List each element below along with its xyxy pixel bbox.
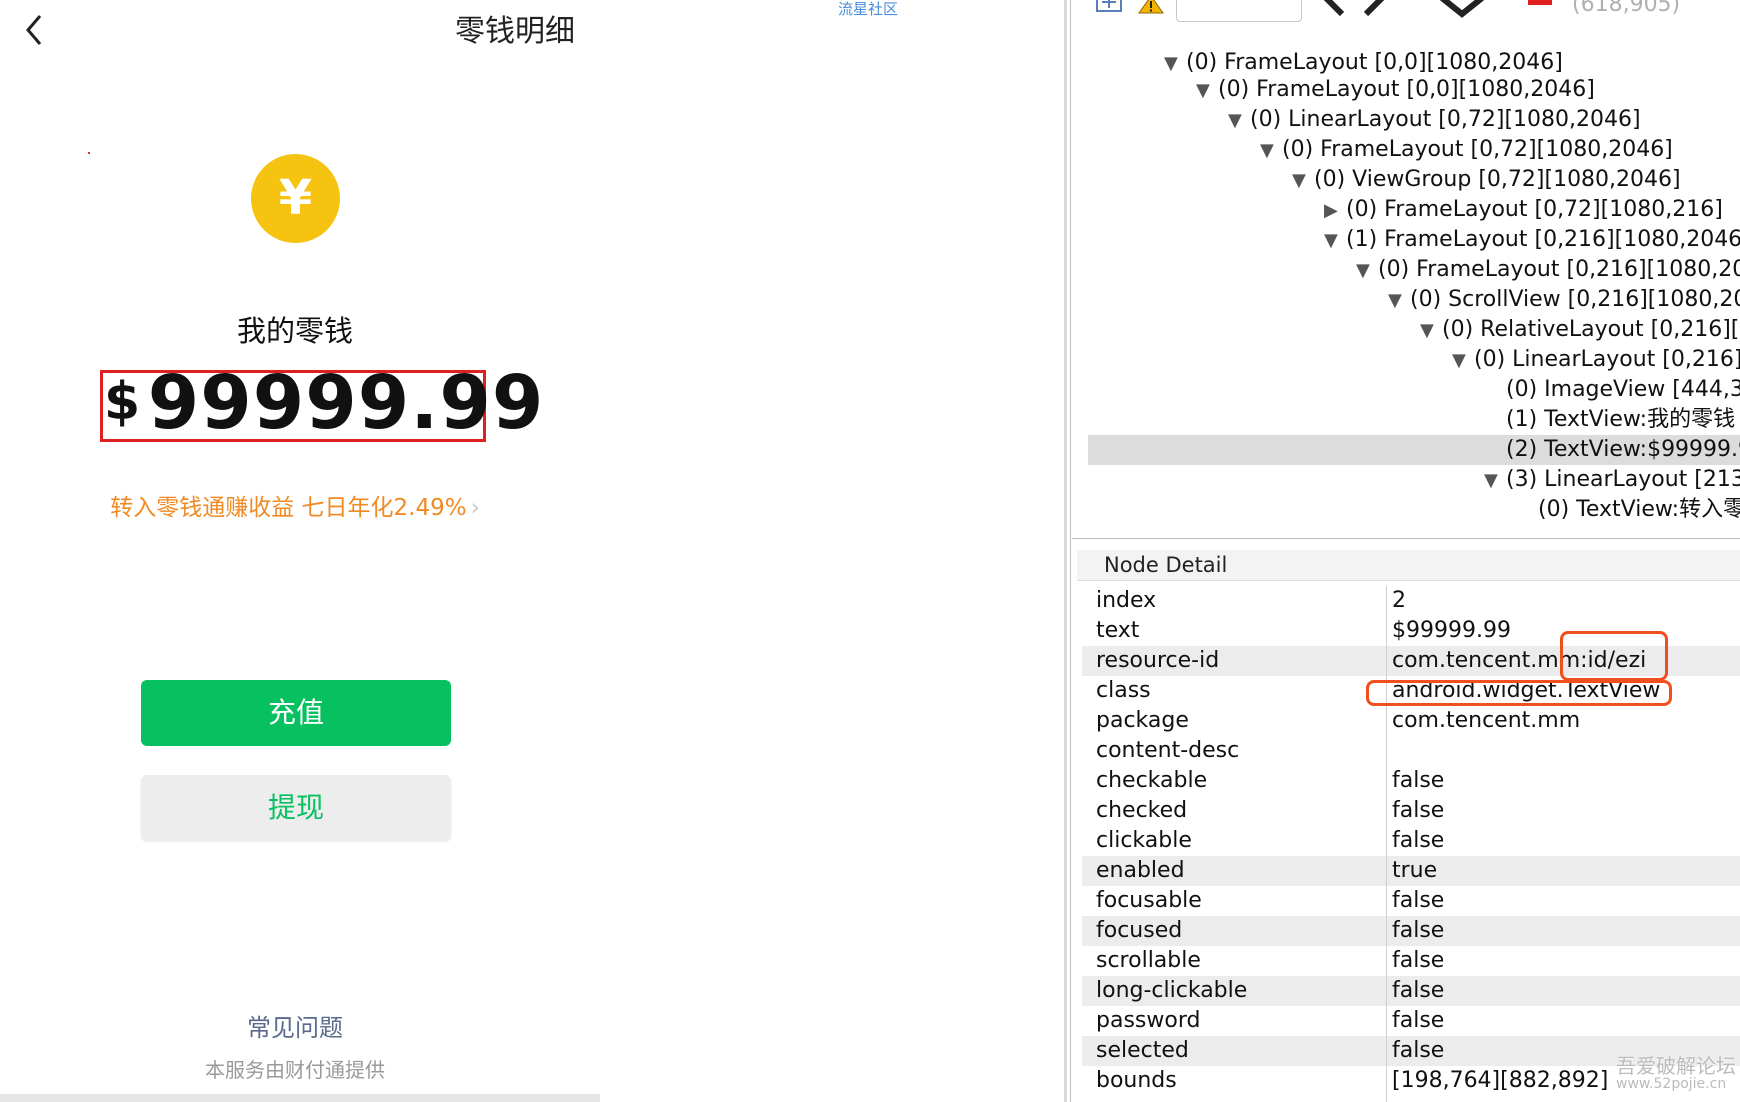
expand-toggle-icon[interactable]: ▼	[1228, 106, 1250, 136]
tree-node[interactable]: ▼ (0) LinearLayout [0,72][1080,2046]	[1072, 105, 1740, 135]
detail-row[interactable]: enabled true	[1082, 856, 1740, 886]
site-watermark: 吾爱破解论坛	[1616, 1054, 1736, 1078]
tree-node-selected[interactable]: (2) TextView:$99999.9	[1088, 435, 1740, 465]
stray-pixel	[88, 152, 90, 154]
tree-node[interactable]: ▼ (0) LinearLayout [0,216][	[1072, 345, 1740, 375]
coin-icon: ¥	[251, 154, 340, 243]
chevron-right-icon: ›	[470, 495, 480, 521]
hierarchy-tree: ▼ (0) FrameLayout [0,0][1080,2046] ▼ (0) F…	[1072, 50, 1740, 540]
detail-row[interactable]: password false	[1082, 1006, 1740, 1036]
faq-link[interactable]: 常见问题	[0, 1008, 590, 1043]
annotation-box-resource-id	[1560, 631, 1668, 681]
expand-toggle-icon[interactable]: ▼	[1452, 346, 1474, 376]
cursor-coordinates: (618,905)	[1572, 0, 1681, 17]
expand-toggle-icon[interactable]: ▼	[1260, 136, 1282, 166]
expand-toggle-icon[interactable]: ▼	[1420, 316, 1442, 346]
balance-value: 99999.99	[147, 360, 545, 446]
expand-toggle-icon[interactable]: ▼	[1484, 466, 1506, 496]
svg-text:¥: ¥	[279, 170, 312, 226]
provider-note: 本服务由财付通提供	[205, 1058, 385, 1082]
panel-divider[interactable]	[1064, 0, 1067, 1102]
detail-row[interactable]: focusable false	[1082, 886, 1740, 916]
tree-node[interactable]: ▼ (0) ScrollView [0,216][1080,20	[1072, 285, 1740, 315]
tree-node[interactable]: ▶ (0) FrameLayout [0,72][1080,216]	[1072, 195, 1740, 225]
column-divider[interactable]	[1386, 586, 1387, 1102]
minus-red-icon[interactable]	[1528, 0, 1552, 5]
expand-toggle-icon[interactable]: ▼	[1292, 166, 1314, 196]
tree-node[interactable]: ▼ (0) FrameLayout [0,0][1080,2046]	[1072, 75, 1740, 105]
top-watermark: 流星社区	[838, 0, 899, 18]
section-divider[interactable]	[1072, 538, 1740, 539]
detail-row[interactable]: index 2	[1082, 586, 1740, 616]
detail-row[interactable]: checked false	[1082, 796, 1740, 826]
node-detail-title: Node Detail	[1104, 553, 1228, 577]
detail-row[interactable]: content-desc	[1082, 736, 1740, 766]
close-icon[interactable]	[1318, 0, 1390, 16]
filter-input[interactable]	[1176, 0, 1302, 22]
balance-label: 我的零钱	[236, 314, 353, 348]
tree-node[interactable]: (0) TextView:转入零	[1072, 495, 1740, 525]
tree-node[interactable]: ▼ (0) RelativeLayout [0,216][1	[1072, 315, 1740, 345]
panel-divider-line	[1070, 0, 1071, 1102]
expand-toggle-icon[interactable]: ▼	[1196, 76, 1218, 106]
detail-row[interactable]: checkable false	[1082, 766, 1740, 796]
tree-node[interactable]: ▼ (1) FrameLayout [0,216][1080,2046]	[1072, 225, 1740, 255]
detail-row[interactable]: package com.tencent.mm	[1082, 706, 1740, 736]
expand-toggle-icon[interactable]: ▼	[1388, 286, 1410, 316]
tree-node[interactable]: ▼ (0) ViewGroup [0,72][1080,2046]	[1072, 165, 1740, 195]
detail-row[interactable]: long-clickable false	[1082, 976, 1740, 1006]
tree-node[interactable]: ▼ (0) FrameLayout [0,72][1080,2046]	[1072, 135, 1740, 165]
expand-toggle-icon[interactable]: ▼	[1324, 226, 1346, 256]
tree-node[interactable]: (1) TextView:我的零钱	[1072, 405, 1740, 435]
tree-node[interactable]: ▼ (3) LinearLayout [213,	[1072, 465, 1740, 495]
expand-toggle-icon[interactable]: ▼	[1356, 256, 1378, 286]
tree-node[interactable]: ▼ (0) FrameLayout [0,0][1080,2046]	[1072, 50, 1740, 78]
warning-icon[interactable]	[1138, 0, 1164, 14]
detail-row[interactable]: focused false	[1082, 916, 1740, 946]
chevron-down-icon[interactable]	[1438, 0, 1486, 18]
tree-node[interactable]: (0) ImageView [444,36	[1072, 375, 1740, 405]
bottom-divider	[0, 1094, 600, 1102]
expand-all-icon[interactable]	[1096, 0, 1122, 12]
detail-row[interactable]: clickable false	[1082, 826, 1740, 856]
balance-amount: $ 99999.99	[104, 360, 543, 446]
detail-row[interactable]: scrollable false	[1082, 946, 1740, 976]
annotation-box-class	[1366, 680, 1672, 706]
tree-node[interactable]: ▼ (0) FrameLayout [0,216][1080,20	[1072, 255, 1740, 285]
phone-screen: ¥ 我的零钱 $ 99999.99 转入零钱通赚收益 七日年化2.49% › 充值…	[0, 0, 600, 1102]
promo-text: 转入零钱通赚收益 七日年化2.49%	[110, 495, 467, 521]
lingqiantong-promo-link[interactable]: 转入零钱通赚收益 七日年化2.49% ›	[0, 488, 590, 522]
withdraw-button[interactable]: 提现	[141, 775, 451, 841]
currency-symbol: $	[104, 372, 142, 432]
expand-toggle-icon[interactable]: ▶	[1324, 196, 1346, 226]
recharge-button[interactable]: 充值	[141, 680, 451, 746]
site-watermark-url: www.52pojie.cn	[1616, 1076, 1727, 1092]
